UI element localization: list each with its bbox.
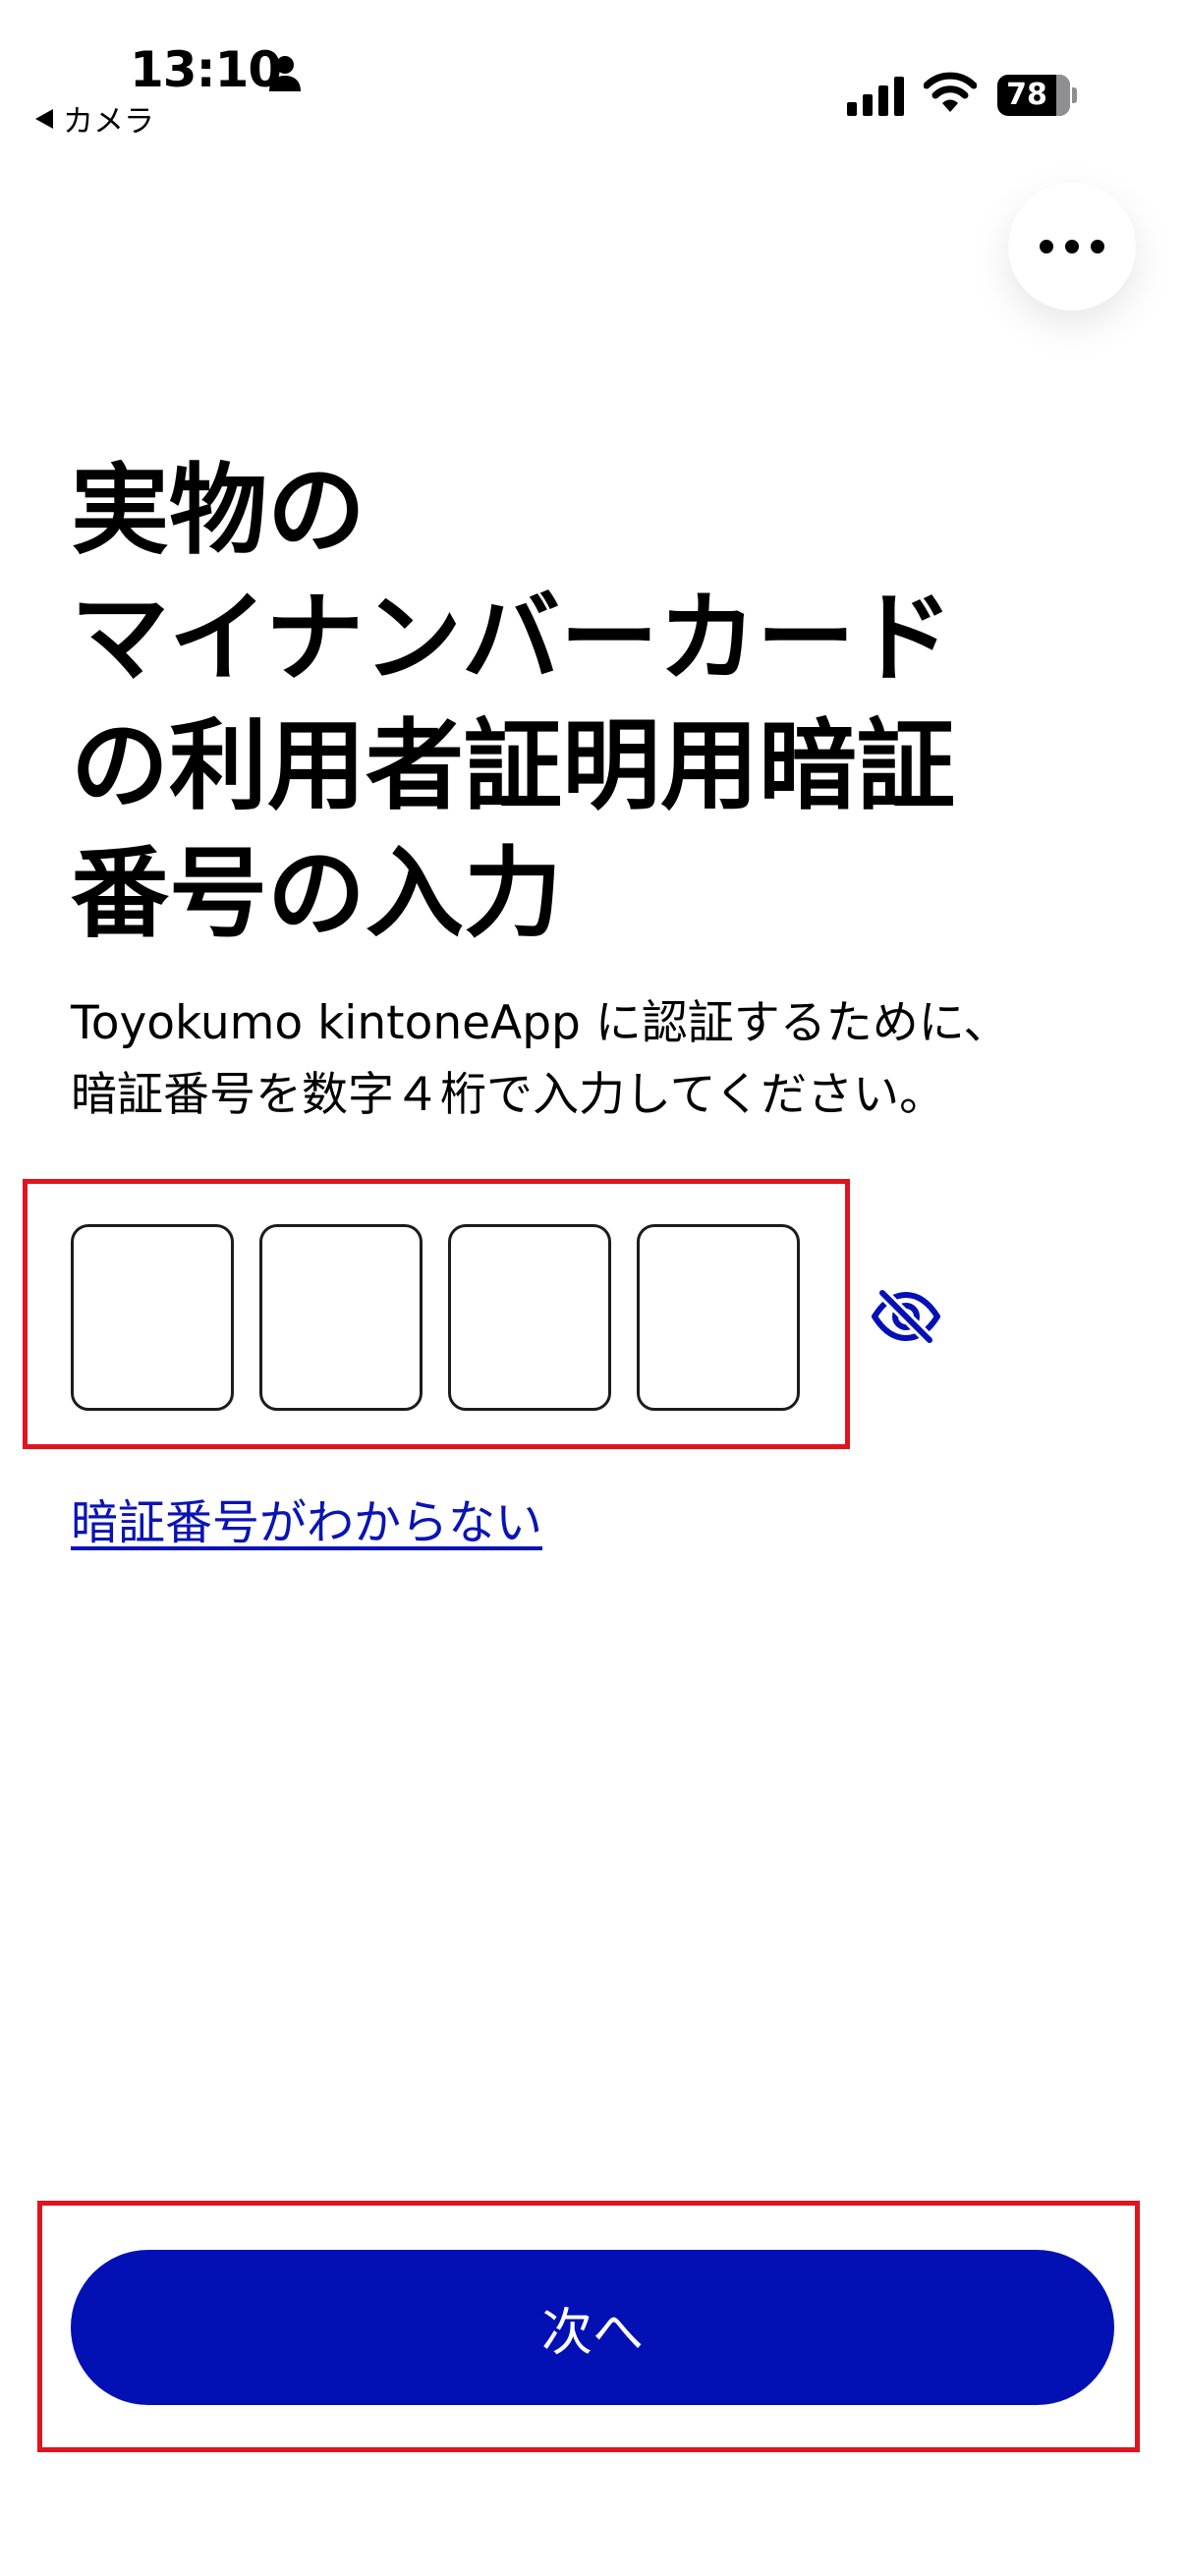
person-icon: [269, 56, 301, 91]
instruction-text: Toyokumo kintoneApp に認証するために、 暗証番号を数字４桁で…: [71, 987, 1132, 1131]
back-arrow-icon: [35, 108, 53, 129]
pin-digit-1[interactable]: [71, 1224, 234, 1411]
title-line: の利用者証明用暗証: [71, 708, 955, 823]
pin-digit-3[interactable]: [448, 1224, 611, 1411]
instruction-line: 暗証番号を数字４桁で入力してください。: [71, 1068, 946, 1122]
eye-off-icon[interactable]: [871, 1287, 941, 1346]
next-button[interactable]: 次へ: [71, 2250, 1114, 2405]
pin-digit-2[interactable]: [259, 1224, 423, 1411]
title-line: マイナンバーカード: [71, 581, 953, 696]
title-line: 実物の: [71, 453, 366, 568]
status-time: 13:10: [130, 41, 282, 98]
wifi-icon: [924, 72, 977, 112]
battery-icon: 78: [997, 75, 1077, 116]
forgot-pin-link[interactable]: 暗証番号がわからない: [71, 1484, 542, 1552]
more-menu-button[interactable]: [1008, 183, 1136, 310]
signal-icon: [847, 77, 904, 116]
back-to-camera-link[interactable]: カメラ: [35, 96, 154, 140]
status-bar: 13:10 カメラ 78: [0, 0, 1185, 147]
more-icon: [1040, 240, 1053, 253]
battery-level: 78: [1006, 78, 1047, 112]
instruction-line: Toyokumo kintoneApp に認証するために、: [71, 996, 1010, 1050]
pin-digit-4[interactable]: [637, 1224, 800, 1411]
title-line: 番号の入力: [71, 836, 562, 951]
page-title: 実物の マイナンバーカード の利用者証明用暗証 番号の入力: [71, 447, 1053, 958]
back-link-label: カメラ: [63, 104, 154, 140]
